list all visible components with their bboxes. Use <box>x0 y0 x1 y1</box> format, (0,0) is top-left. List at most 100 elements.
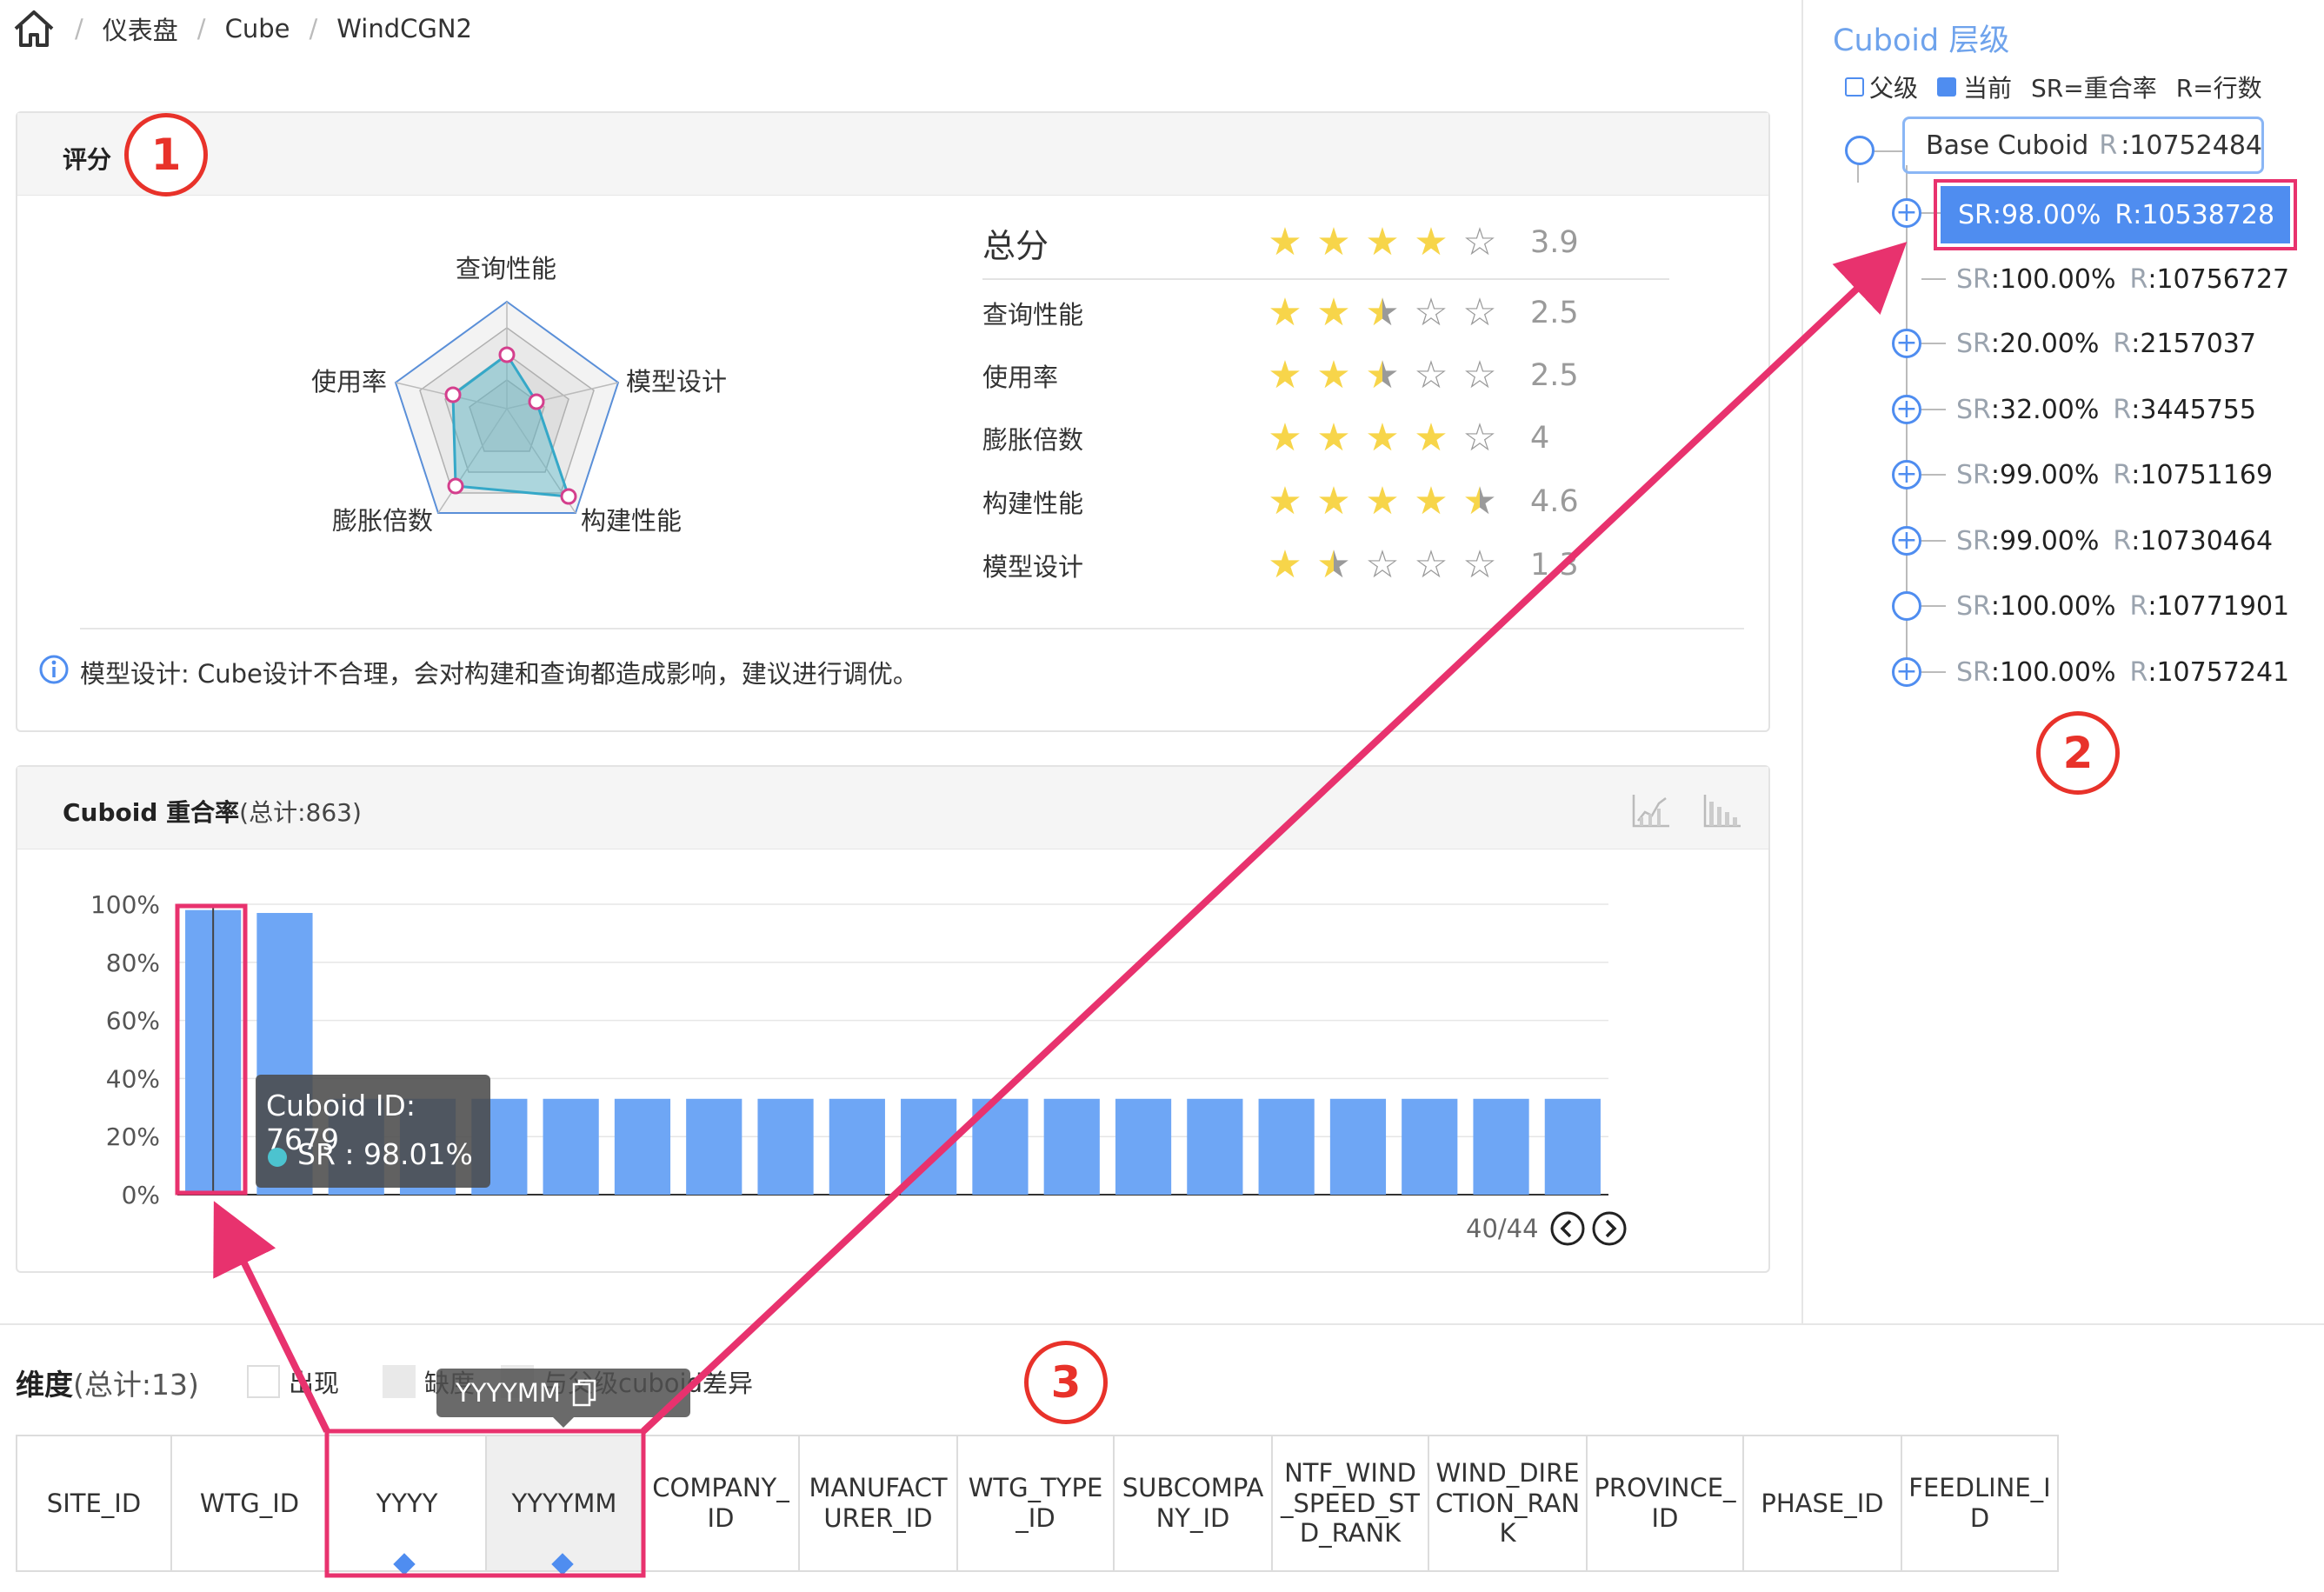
star-full-icon: ★ <box>1268 479 1302 523</box>
chart-bar[interactable] <box>1402 1098 1458 1195</box>
dimension-cell-wtg-type-id[interactable]: WTG_TYPE_ID <box>956 1435 1115 1572</box>
breadcrumb-dashboard[interactable]: 仪表盘 <box>103 10 178 47</box>
chart-bar[interactable] <box>757 1098 814 1195</box>
chart-bar[interactable] <box>972 1098 1029 1195</box>
star-full-icon: ★ <box>1414 220 1448 264</box>
node-sr-value: :99.00% <box>1990 459 2100 490</box>
y-tick-label: 80% <box>106 949 160 977</box>
star-full-icon: ★ <box>1316 290 1351 335</box>
radar-point <box>498 346 516 363</box>
tree-node-8[interactable]: SR:100.00% R:10757241 <box>1956 646 2289 698</box>
total-score-divider <box>982 278 1669 280</box>
dimensions-title: 维度 <box>16 1368 73 1402</box>
node-r-value: :10751169 <box>2131 459 2274 490</box>
home-icon[interactable] <box>12 10 56 48</box>
chart-bar[interactable] <box>829 1098 885 1195</box>
star-full-icon: ★ <box>1268 220 1302 264</box>
radar-point <box>528 393 545 410</box>
star-full-icon: ★ <box>1268 353 1302 397</box>
node-sr-value: :100.00% <box>1990 656 2116 688</box>
dimension-cell-yyyy[interactable]: YYYY <box>327 1435 487 1572</box>
chart-bar[interactable] <box>1544 1098 1601 1195</box>
star-full-icon: ★ <box>1316 479 1351 523</box>
chart-bar[interactable] <box>543 1098 599 1195</box>
star-full-icon: ★ <box>1316 416 1351 460</box>
dimension-cell-province-id[interactable]: PROVINCE_ID <box>1586 1435 1744 1572</box>
expand-node-icon[interactable]: + <box>1892 657 1921 687</box>
dimension-hover-tooltip: YYYYMM <box>436 1369 690 1417</box>
tree-node-2[interactable]: SR:100.00% R:10756727 <box>1956 253 2289 305</box>
chart-bar[interactable] <box>1115 1098 1172 1195</box>
expand-node-icon[interactable]: + <box>1892 526 1921 556</box>
expand-node-icon[interactable]: + <box>1892 460 1921 490</box>
chart-bar[interactable] <box>901 1098 957 1195</box>
dimension-cell-company-id[interactable]: COMPANY_ID <box>642 1435 800 1572</box>
tooltip-series-dot <box>268 1148 287 1167</box>
metric-stars: ★ ★ ★ ★ ★ <box>1261 483 1530 521</box>
base-cuboid-node[interactable]: Base Cuboid R :10752484 <box>1902 117 2264 174</box>
pagination-text: 40/44 <box>1466 1214 1539 1243</box>
breadcrumb-cube[interactable]: Cube <box>225 14 290 43</box>
expand-node-icon[interactable]: + <box>1892 395 1921 424</box>
tree-node-1[interactable]: SR:98.00% R:10538728 <box>1941 186 2290 243</box>
dimension-cell-wind-direction[interactable]: WIND_DIRECTION_RANK <box>1428 1435 1588 1572</box>
chart-bar[interactable] <box>1473 1098 1529 1195</box>
chart-bar[interactable] <box>614 1098 671 1195</box>
chart-bar[interactable] <box>1329 1098 1387 1195</box>
breadcrumb-separator: / <box>309 14 318 43</box>
tree-node-5[interactable]: SR:99.00% R:10751169 <box>1956 449 2273 501</box>
y-tick-label: 20% <box>106 1122 160 1151</box>
dimensions-header: 维度(总计:13) <box>16 1362 199 1403</box>
tree-node-3[interactable]: SR:20.00% R:2157037 <box>1956 317 2256 370</box>
chart-bar[interactable] <box>1258 1098 1315 1195</box>
metric-row-model: 模型设计 ★ ★ ☆ ☆ ☆ 1.3 <box>982 540 1669 590</box>
dimension-cell-feedline-id[interactable]: FEEDLINE_ID <box>1901 1435 2059 1572</box>
metric-score: 1.3 <box>1530 548 1579 583</box>
total-score-row: 总分 ★ ★ ★ ★ ☆ 3.9 <box>982 217 1669 268</box>
node-sr-key: SR <box>1956 328 1991 359</box>
node-r-key: R <box>2113 459 2132 490</box>
metric-label: 构建性能 <box>982 489 1084 518</box>
leaf-node-icon[interactable] <box>1892 591 1921 621</box>
star-empty-icon: ☆ <box>1462 353 1497 397</box>
total-score-label: 总分 <box>982 226 1049 265</box>
metric-score: 4 <box>1530 421 1550 456</box>
chart-bar[interactable] <box>1043 1098 1100 1195</box>
metric-stars: ★ ★ ☆ ☆ ☆ <box>1261 546 1530 584</box>
chart-bar[interactable] <box>686 1098 742 1195</box>
prev-page-icon[interactable] <box>1549 1210 1586 1247</box>
tree-node-6[interactable]: SR:99.00% R:10730464 <box>1956 515 2273 567</box>
expand-node-icon[interactable]: + <box>1892 329 1921 358</box>
tree-node-7[interactable]: SR:100.00% R:10771901 <box>1956 580 2289 632</box>
star-full-icon: ★ <box>1365 220 1400 264</box>
metric-row-usage: 使用率 ★ ★ ★ ☆ ☆ 2.5 <box>982 350 1669 401</box>
parent-node-circle[interactable] <box>1845 136 1875 165</box>
dimension-cell-manufacturer-id[interactable]: MANUFACTURER_ID <box>798 1435 958 1572</box>
expand-node-icon[interactable]: + <box>1892 198 1921 228</box>
legend-current-label: 当前 <box>1963 74 2013 103</box>
copy-icon[interactable] <box>571 1378 597 1408</box>
dimension-cell-phase-id[interactable]: PHASE_ID <box>1742 1435 1902 1572</box>
y-tick-label: 0% <box>122 1181 160 1209</box>
tree-node-4[interactable]: SR:32.00% R:3445755 <box>1956 383 2256 436</box>
dimension-cell-wtg-id[interactable]: WTG_ID <box>170 1435 329 1572</box>
dimension-cell-site-id[interactable]: SITE_ID <box>16 1435 172 1572</box>
node-sr-key: SR <box>1958 199 1993 230</box>
star-half-icon: ★ <box>1309 546 1358 584</box>
next-page-icon[interactable] <box>1591 1210 1628 1247</box>
star-full-icon: ★ <box>1365 416 1400 460</box>
chart-bar[interactable] <box>1187 1098 1243 1195</box>
bar-chart-toggle-icon[interactable] <box>1702 791 1742 829</box>
dimension-cell-ntf-wind-speed[interactable]: NTF_WIND_SPEED_STD_RANK <box>1271 1435 1429 1572</box>
chart-tooltip: Cuboid ID: 7679 SR : 98.01% <box>256 1075 490 1188</box>
dimension-cell-subcompany-id[interactable]: SUBCOMPANY_ID <box>1113 1435 1273 1572</box>
dimension-cell-yyyymm[interactable]: YYYYMM <box>485 1435 643 1572</box>
radar-point <box>444 386 462 403</box>
score-radar-chart <box>394 300 620 514</box>
line-chart-toggle-icon[interactable] <box>1631 791 1671 829</box>
star-empty-icon: ☆ <box>1462 543 1497 587</box>
score-panel-divider <box>80 628 1744 629</box>
star-empty-icon: ☆ <box>1414 290 1448 335</box>
star-empty-icon: ☆ <box>1365 543 1400 587</box>
node-r-value: :10756727 <box>2148 263 2290 295</box>
